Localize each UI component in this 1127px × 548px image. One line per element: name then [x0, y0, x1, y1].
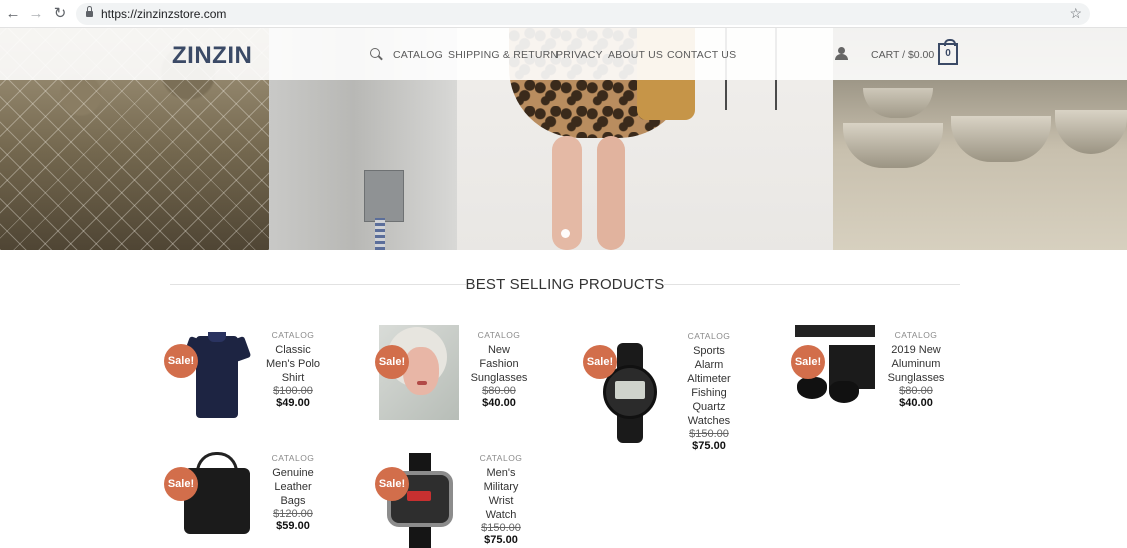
back-icon[interactable]: ← — [4, 5, 22, 23]
cart-link[interactable]: CART / $0.00 — [871, 49, 934, 61]
product-name[interactable]: 2019 New Aluminum Sunglasses — [883, 343, 949, 385]
product-name[interactable]: Classic Men's Polo Shirt — [262, 343, 324, 385]
product-name[interactable]: Men's Military Wrist Watch — [476, 466, 526, 522]
nav-catalog[interactable]: CATALOG — [393, 49, 443, 61]
product-name[interactable]: New Fashion Sunglasses — [469, 343, 529, 385]
browser-toolbar: ← → ↻ https://zinzinzstore.com ☆ — [0, 0, 1127, 28]
product-name[interactable]: Sports Alarm Altimeter Fishing Quartz Wa… — [681, 344, 737, 428]
bookmark-star-icon[interactable]: ☆ — [1069, 5, 1082, 22]
sale-badge: Sale! — [164, 467, 198, 501]
sale-badge: Sale! — [375, 467, 409, 501]
product-price: $59.00 — [276, 520, 310, 532]
product-old-price: $120.00 — [273, 508, 313, 520]
account-icon[interactable] — [835, 47, 848, 61]
forward-icon[interactable]: → — [27, 5, 45, 23]
nav-shipping-return[interactable]: SHIPPING & RETURN — [448, 49, 558, 61]
lock-icon — [86, 6, 93, 18]
product-old-price: $100.00 — [273, 385, 313, 397]
product-category[interactable]: CATALOG — [871, 330, 961, 340]
product-price: $75.00 — [692, 440, 726, 452]
product-name[interactable]: Genuine Leather Bags — [268, 466, 318, 508]
product-old-price: $150.00 — [689, 428, 729, 440]
product-card[interactable]: Sale! CATALOG Men's Military Wrist Watch… — [375, 453, 569, 548]
nav-privacy[interactable]: PRIVACY — [556, 49, 603, 61]
product-category[interactable]: CATALOG — [248, 453, 338, 463]
search-icon[interactable] — [370, 48, 383, 61]
product-price: $49.00 — [276, 397, 310, 409]
product-card[interactable]: Sale! CATALOG New Fashion Sunglasses $80… — [375, 325, 569, 435]
product-price: $40.00 — [482, 397, 516, 409]
site-logo[interactable]: ZINZIN — [172, 42, 252, 70]
section-title: BEST SELLING PRODUCTS — [465, 276, 665, 293]
product-category[interactable]: CATALOG — [454, 330, 544, 340]
sale-badge: Sale! — [583, 345, 617, 379]
product-category[interactable]: CATALOG — [456, 453, 546, 463]
product-old-price: $80.00 — [899, 385, 933, 397]
product-card[interactable]: Sale! CATALOG 2019 New Aluminum Sunglass… — [791, 325, 985, 435]
product-old-price: $150.00 — [481, 522, 521, 534]
product-card[interactable]: Sale! CATALOG Sports Alarm Altimeter Fis… — [583, 331, 777, 455]
site-header: ZINZIN CATALOG SHIPPING & RETURN PRIVACY… — [0, 28, 1127, 80]
sale-badge: Sale! — [164, 344, 198, 378]
product-old-price: $80.00 — [482, 385, 516, 397]
product-price: $40.00 — [899, 397, 933, 409]
url-text[interactable]: https://zinzinzstore.com — [101, 7, 226, 21]
product-category[interactable]: CATALOG — [664, 331, 754, 341]
cart-bag-icon[interactable]: 0 — [938, 39, 958, 65]
product-card[interactable]: Sale! CATALOG Classic Men's Polo Shirt $… — [164, 324, 360, 434]
slider-dot[interactable] — [561, 229, 570, 238]
reload-icon[interactable]: ↻ — [51, 5, 69, 23]
sale-badge: Sale! — [375, 345, 409, 379]
nav-about-us[interactable]: ABOUT US — [608, 49, 663, 61]
product-card[interactable]: Sale! CATALOG Genuine Leather Bags $120.… — [164, 448, 360, 548]
sale-badge: Sale! — [791, 345, 825, 379]
address-bar[interactable]: https://zinzinzstore.com ☆ — [76, 3, 1090, 25]
product-price: $75.00 — [484, 534, 518, 546]
product-category[interactable]: CATALOG — [248, 330, 338, 340]
nav-contact-us[interactable]: CONTACT US — [667, 49, 736, 61]
